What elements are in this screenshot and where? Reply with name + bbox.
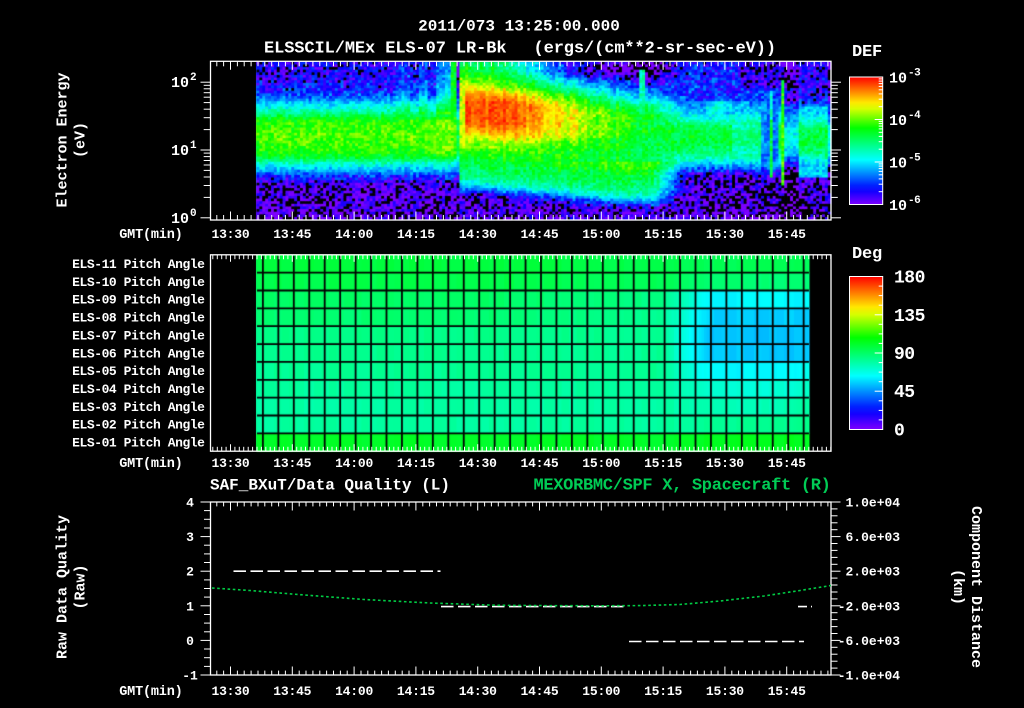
svg-text:DEF: DEF xyxy=(852,43,882,62)
svg-text:15:15: 15:15 xyxy=(644,227,682,242)
svg-text:15:45: 15:45 xyxy=(768,456,806,471)
svg-text:14:15: 14:15 xyxy=(397,227,435,242)
svg-text:14:30: 14:30 xyxy=(459,684,497,699)
svg-text:-2.0e+03: -2.0e+03 xyxy=(838,599,901,614)
svg-text:13:30: 13:30 xyxy=(211,456,249,471)
svg-text:ELS-10 Pitch Angle: ELS-10 Pitch Angle xyxy=(72,275,205,290)
svg-text:10: 10 xyxy=(889,198,907,215)
svg-text:1.0e+04: 1.0e+04 xyxy=(846,496,901,511)
svg-text:2.0e+03: 2.0e+03 xyxy=(846,565,901,580)
svg-text:15:45: 15:45 xyxy=(768,227,806,242)
svg-text:10: 10 xyxy=(171,143,189,160)
svg-text:14:15: 14:15 xyxy=(397,684,435,699)
svg-text:14:30: 14:30 xyxy=(459,456,497,471)
svg-text:ELS-05 Pitch Angle: ELS-05 Pitch Angle xyxy=(72,364,205,379)
svg-text:15:00: 15:00 xyxy=(582,456,620,471)
svg-text:3: 3 xyxy=(186,530,194,545)
svg-text:10: 10 xyxy=(171,75,189,92)
svg-text:Component Distance: Component Distance xyxy=(967,506,984,668)
svg-text:ELS-04 Pitch Angle: ELS-04 Pitch Angle xyxy=(72,382,205,397)
svg-text:13:30: 13:30 xyxy=(211,684,249,699)
svg-text:0: 0 xyxy=(186,634,194,649)
svg-text:(Raw): (Raw) xyxy=(73,564,90,609)
svg-text:-3: -3 xyxy=(908,68,921,80)
svg-text:GMT(min): GMT(min) xyxy=(119,228,182,243)
svg-text:ELS-07 Pitch Angle: ELS-07 Pitch Angle xyxy=(72,328,205,343)
svg-text:180: 180 xyxy=(894,269,925,289)
svg-text:SAF_BXuT/Data Quality (L): SAF_BXuT/Data Quality (L) xyxy=(210,477,450,495)
svg-text:135: 135 xyxy=(894,307,925,327)
svg-text:90: 90 xyxy=(894,345,915,365)
svg-text:-5: -5 xyxy=(908,153,921,165)
svg-text:14:00: 14:00 xyxy=(335,684,373,699)
svg-text:15:30: 15:30 xyxy=(706,227,744,242)
svg-text:(ergs/(cm**2-sr-sec-eV)): (ergs/(cm**2-sr-sec-eV)) xyxy=(534,40,776,59)
svg-text:10: 10 xyxy=(171,211,189,228)
svg-text:1: 1 xyxy=(186,599,194,614)
svg-text:0: 0 xyxy=(190,208,197,220)
svg-text:10: 10 xyxy=(889,71,907,88)
svg-text:Deg: Deg xyxy=(852,245,882,264)
svg-text:14:15: 14:15 xyxy=(397,456,435,471)
svg-text:13:30: 13:30 xyxy=(211,227,249,242)
svg-text:4: 4 xyxy=(186,496,194,511)
svg-text:15:45: 15:45 xyxy=(768,684,806,699)
svg-text:ELS-06 Pitch Angle: ELS-06 Pitch Angle xyxy=(72,346,205,361)
svg-text:15:00: 15:00 xyxy=(582,684,620,699)
svg-text:Electron Energy: Electron Energy xyxy=(55,72,72,207)
svg-text:15:00: 15:00 xyxy=(582,227,620,242)
svg-text:ELS-03 Pitch Angle: ELS-03 Pitch Angle xyxy=(72,400,205,415)
svg-text:13:45: 13:45 xyxy=(273,227,311,242)
svg-text:MEXORBMC/SPF X, Spacecraft (R): MEXORBMC/SPF X, Spacecraft (R) xyxy=(533,477,830,496)
svg-text:ELS-02 Pitch Angle: ELS-02 Pitch Angle xyxy=(72,418,205,433)
svg-text:Raw Data Quality: Raw Data Quality xyxy=(55,515,72,659)
svg-text:14:45: 14:45 xyxy=(520,684,558,699)
svg-text:14:30: 14:30 xyxy=(459,227,497,242)
svg-text:ELS-01 Pitch Angle: ELS-01 Pitch Angle xyxy=(72,436,205,451)
svg-text:-6: -6 xyxy=(908,195,920,207)
svg-text:15:15: 15:15 xyxy=(644,456,682,471)
svg-text:-1: -1 xyxy=(182,669,198,684)
svg-text:-6.0e+03: -6.0e+03 xyxy=(838,634,901,649)
svg-text:13:45: 13:45 xyxy=(273,684,311,699)
svg-text:-1.0e+04: -1.0e+04 xyxy=(838,669,901,684)
svg-text:10: 10 xyxy=(889,113,907,130)
svg-text:0: 0 xyxy=(894,422,904,442)
svg-text:ELSSCIL/MEx ELS-07 LR-Bk: ELSSCIL/MEx ELS-07 LR-Bk xyxy=(264,40,506,59)
svg-text:GMT(min): GMT(min) xyxy=(119,457,182,472)
svg-text:14:45: 14:45 xyxy=(520,456,558,471)
svg-text:15:30: 15:30 xyxy=(706,456,744,471)
svg-text:15:15: 15:15 xyxy=(644,684,682,699)
svg-text:45: 45 xyxy=(894,383,915,403)
svg-text:14:00: 14:00 xyxy=(335,456,373,471)
svg-text:2: 2 xyxy=(190,72,197,84)
svg-text:14:45: 14:45 xyxy=(520,227,558,242)
svg-text:14:00: 14:00 xyxy=(335,227,373,242)
svg-text:1: 1 xyxy=(190,140,197,152)
svg-text:10: 10 xyxy=(889,156,907,173)
svg-text:(eV): (eV) xyxy=(73,122,90,158)
svg-text:-4: -4 xyxy=(908,110,921,122)
svg-text:ELS-11 Pitch Angle: ELS-11 Pitch Angle xyxy=(72,257,205,272)
svg-text:(km): (km) xyxy=(949,569,966,605)
svg-text:6.0e+03: 6.0e+03 xyxy=(846,530,901,545)
svg-text:ELS-09 Pitch Angle: ELS-09 Pitch Angle xyxy=(72,293,205,308)
svg-text:15:30: 15:30 xyxy=(706,684,744,699)
svg-text:2: 2 xyxy=(186,565,194,580)
svg-text:ELS-08 Pitch Angle: ELS-08 Pitch Angle xyxy=(72,311,205,326)
svg-text:GMT(min): GMT(min) xyxy=(119,685,182,700)
svg-text:2011/073 13:25:00.000: 2011/073 13:25:00.000 xyxy=(418,18,620,36)
svg-text:13:45: 13:45 xyxy=(273,456,311,471)
